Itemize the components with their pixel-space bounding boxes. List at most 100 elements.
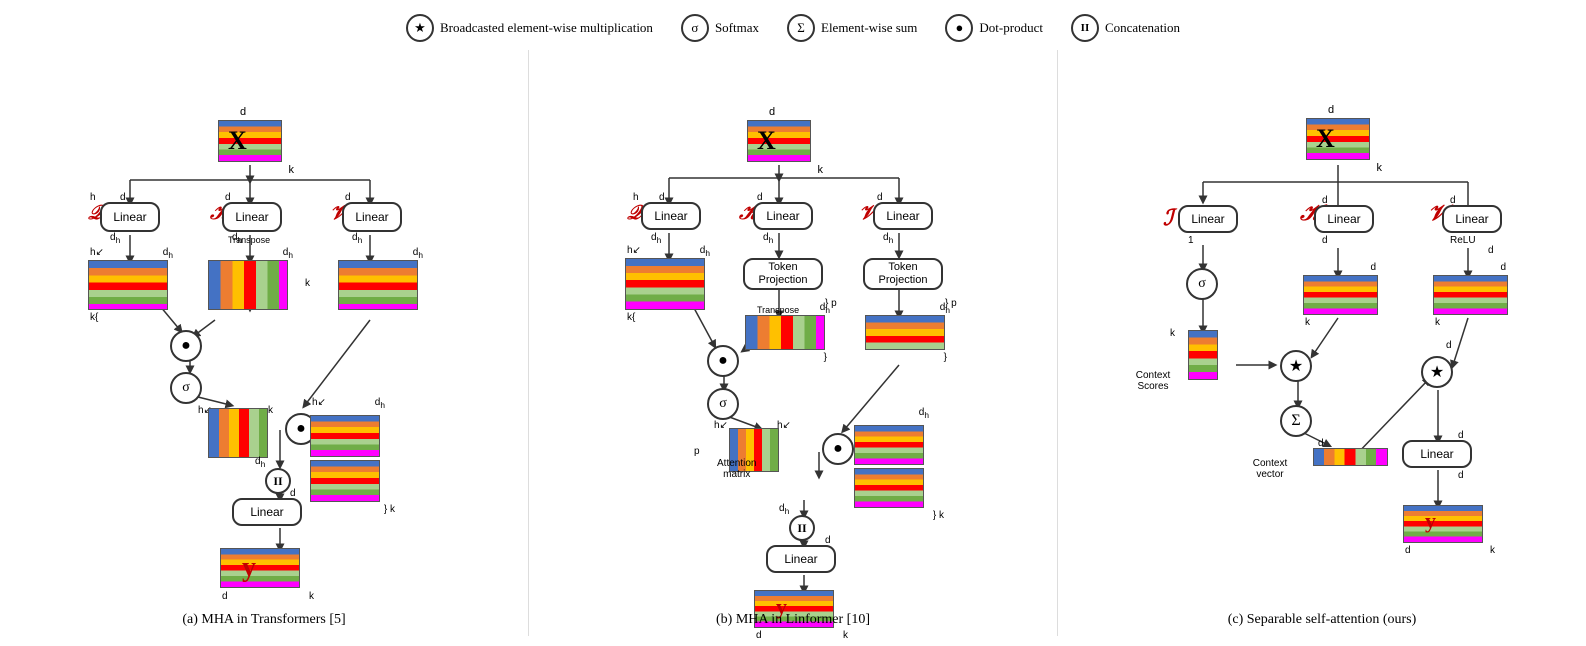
panel-a-inner: d k X 𝒬 Linear h d dh 𝒦 Linear d dh 𝒱 Li… (0, 50, 528, 636)
sum-c: Σ (1280, 405, 1312, 437)
h-label-attn-b: h↙ (714, 420, 728, 431)
legend-item-sum: Σ Element-wise sum (787, 14, 917, 42)
v-proj-tensor-b: dh } (865, 315, 945, 350)
sigma-a: σ (170, 372, 202, 404)
q-h-label: h (90, 192, 96, 203)
v-d-label: d (345, 192, 351, 203)
transpose-b: Transpose (757, 305, 799, 315)
k-linear-b: Linear (753, 202, 813, 230)
k-d-label-b: d (757, 192, 763, 203)
star-broadcast2-c: ★ (1421, 356, 1453, 388)
panel-a: d k X 𝒬 Linear h d dh 𝒦 Linear d dh 𝒱 Li… (0, 50, 529, 636)
k-token-proj-b: TokenProjection (743, 258, 823, 290)
d-star2-c: d (1446, 340, 1452, 351)
dh-label-concat-a: dh (255, 456, 265, 469)
star-broadcast-c: ★ (1280, 350, 1312, 382)
output-linear-a: Linear (232, 498, 302, 526)
v-relu-c: ReLU (1450, 235, 1476, 246)
softmax-label: Softmax (715, 20, 759, 36)
v-d-out-c: d (1488, 245, 1494, 256)
output-linear-c: Linear (1402, 440, 1472, 468)
legend-item-dot: ● Dot-product (945, 14, 1043, 42)
panel-b-inner: d k X 𝒬 Linear h d dh 𝒦 Linear d dh 𝒱 Li… (529, 50, 1057, 636)
output-linear-b: Linear (766, 545, 836, 573)
k-d-label-c: d (1322, 195, 1328, 206)
legend-item-softmax: σ Softmax (681, 14, 759, 42)
broadcast-icon: ★ (406, 14, 434, 42)
v-dh-label: dh (352, 232, 362, 245)
attn-label-b: Attentionmatrix (717, 458, 756, 480)
tensor-x-a: d k X (218, 120, 282, 162)
hk-label-b: h↙ (777, 420, 791, 431)
v-d-label-b: d (877, 192, 883, 203)
concat-icon: II (1071, 14, 1099, 42)
q-dh-label-b: dh (651, 232, 661, 245)
q-dh-label: dh (110, 232, 120, 245)
i-label-c: ℐ (1163, 205, 1173, 231)
context-vector-c (1313, 448, 1388, 466)
panel-b: d k X 𝒬 Linear h d dh 𝒦 Linear d dh 𝒱 Li… (529, 50, 1058, 636)
i-1-label-c: 1 (1188, 235, 1194, 246)
context-scores-c (1188, 330, 1218, 380)
d-linear-c1: d (1458, 430, 1464, 441)
k-tensor-a: Transpose dh k (208, 260, 288, 310)
dh-concat-b: dh (779, 503, 789, 516)
i-linear-c: Linear (1178, 205, 1238, 233)
q-d-label-b: d (659, 192, 665, 203)
caption-c: (c) Separable self-attention (ours) (1228, 612, 1417, 628)
legend-item-broadcast: ★ Broadcasted element-wise multiplicatio… (406, 14, 653, 42)
d-label-linear-a: d (290, 488, 296, 499)
p-label-attn-b: p (694, 446, 700, 457)
k-cs-label-c: k (1170, 328, 1175, 339)
k-tensor-c: k d (1303, 275, 1378, 315)
panel-c: d k X ℐ Linear 1 𝒦 Linear d d 𝒱 Linear d… (1058, 50, 1586, 636)
softmax-icon: σ (681, 14, 709, 42)
sum-label: Element-wise sum (821, 20, 917, 36)
q-tensor-b: h↙ dh k{ (625, 258, 705, 310)
v-d-label-c: d (1450, 195, 1456, 206)
dot-icon: ● (945, 14, 973, 42)
v-tensor-c: k d (1433, 275, 1508, 315)
v-linear-a: Linear (342, 202, 402, 232)
context-vector-label-c: Contextvector (1230, 458, 1310, 480)
k-d-out-c: d (1322, 235, 1328, 246)
d-linear-b: d (825, 535, 831, 546)
q-label-b: 𝒬 (627, 202, 641, 225)
k-dh-label-b: dh (763, 232, 773, 245)
tensor-x-c: d k X (1306, 118, 1370, 160)
legend-item-concat: II Concatenation (1071, 14, 1180, 42)
dot-product-a: ● (170, 330, 202, 362)
v-token-proj-b: TokenProjection (863, 258, 943, 290)
dot-product2-b: ● (822, 433, 854, 465)
q-d-label: d (120, 192, 126, 203)
q-tensor-a: h↙ dh k{ (88, 260, 168, 310)
sigma-b: σ (707, 388, 739, 420)
diagrams-container: d k X 𝒬 Linear h d dh 𝒦 Linear d dh 𝒱 Li… (0, 50, 1586, 636)
output-stack-a: h↙ dh } k (310, 410, 380, 502)
caption-b: (b) MHA in Linformer [10] (716, 612, 870, 628)
v-dh-label-b: dh (883, 232, 893, 245)
q-linear-a: Linear (100, 202, 160, 232)
broadcast-label: Broadcasted element-wise multiplication (440, 20, 653, 36)
d-linear-c2: d (1458, 470, 1464, 481)
dot-label: Dot-product (979, 20, 1043, 36)
v-tensor-a: dh (338, 260, 418, 310)
y-tensor-a: y k d (220, 548, 300, 588)
k-label-attn: k (268, 405, 273, 416)
sigma-c: σ (1186, 268, 1218, 300)
concat-b: II (789, 515, 815, 541)
q-linear-b: Linear (641, 202, 701, 230)
d-cv-label-c: d (1318, 438, 1324, 449)
legend: ★ Broadcasted element-wise multiplicatio… (0, 0, 1586, 50)
q-h-label-b: h (633, 192, 639, 203)
panel-c-inner: d k X ℐ Linear 1 𝒦 Linear d d 𝒱 Linear d… (1058, 50, 1586, 636)
sum-icon: Σ (787, 14, 815, 42)
attn-matrix-a (208, 408, 268, 458)
k-linear-a: Linear (222, 202, 282, 232)
v-linear-b: Linear (873, 202, 933, 230)
k-d-label: d (225, 192, 231, 203)
concat-a: II (265, 468, 291, 494)
caption-a: (a) MHA in Transformers [5] (182, 612, 345, 628)
dot-product-b: ● (707, 345, 739, 377)
k-proj-tensor-b: dh } (745, 315, 825, 350)
